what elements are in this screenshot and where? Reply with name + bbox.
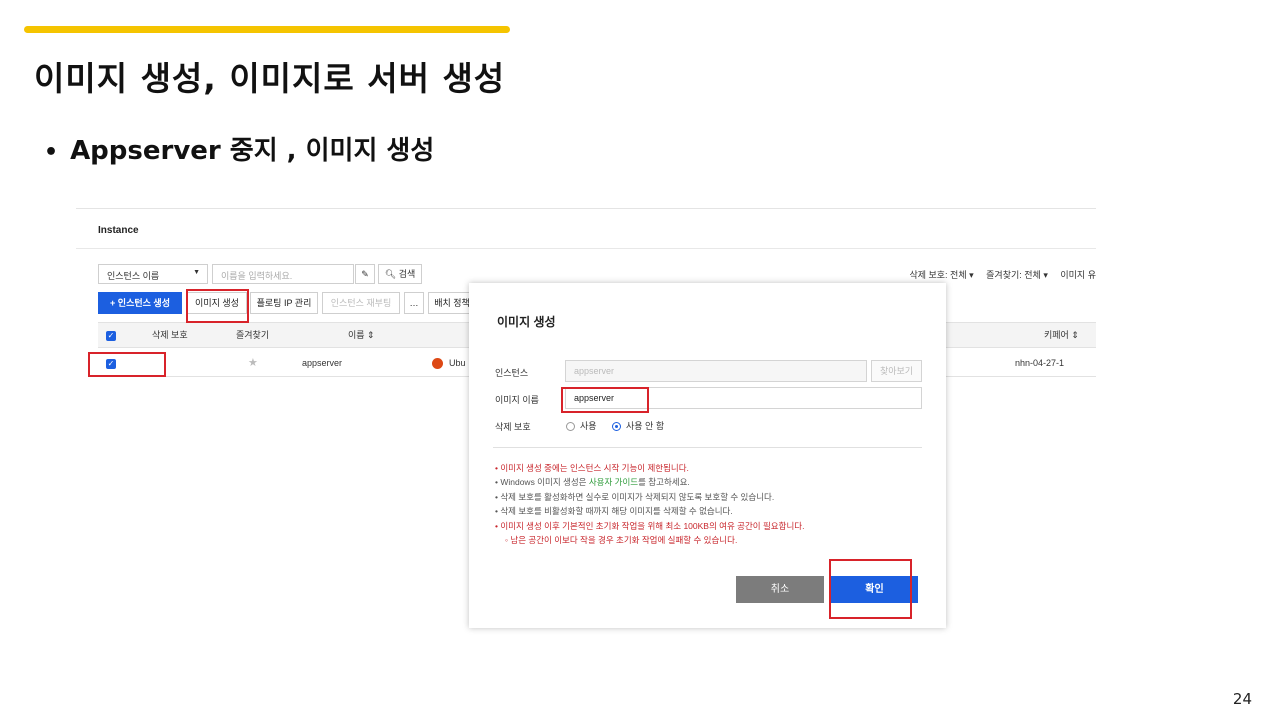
filter-image[interactable]: 이미지 유 [1060,270,1096,280]
radio-off-icon [566,422,575,432]
caret-down-icon: ▼ [193,269,200,276]
notice-list: • 이미지 생성 중에는 인스턴스 시작 기능이 제한됩니다. • Window… [495,461,935,547]
filter-bar: 삭제 보호: 전체 ▾ 즐겨찾기: 전체 ▾ 이미지 유 [899,268,1096,281]
bullet-item: • Appserver 중지 , 이미지 생성 [44,130,434,167]
row-name: appserver [302,358,343,368]
radio-use-label: 사용 [580,421,597,431]
search-icon: 🔍︎ [384,269,397,279]
find-button[interactable]: 찾아보기 [871,360,922,382]
create-instance-button[interactable]: + 인스턴스 생성 [98,292,182,314]
notice-5: • 이미지 생성 이후 기본적인 초기화 작업을 위해 최소 100KB의 여유… [495,520,805,531]
dialog-divider [493,447,922,448]
accent-bar [24,26,510,33]
notice-1: • 이미지 생성 중에는 인스턴스 시작 기능이 제한됩니다. [495,463,689,473]
delete-protect-label: 삭제 보호 [495,422,531,432]
header-checkbox[interactable]: ✓ [106,323,116,347]
create-image-dialog: 이미지 생성 인스턴스 appserver 찾아보기 이미지 이름 appser… [469,283,946,628]
row-keypair: nhn-04-27-1 [1015,358,1065,368]
notice-6: ◦ 남은 공간이 이보다 작을 경우 초기화 작업에 실패할 수 있습니다. [505,535,738,546]
reboot-button[interactable]: 인스턴스 재부팅 [322,292,400,314]
ubuntu-icon [432,358,443,370]
cancel-button[interactable]: 취소 [736,576,824,603]
check-icon: ✓ [106,330,116,341]
column-favorite[interactable]: 즐겨찾기 [236,323,269,347]
column-keypair[interactable]: 키페어 ⇕ [1044,323,1079,347]
radio-not-use[interactable]: 사용 안 함 [612,419,664,432]
instance-label: 인스턴스 [495,368,529,378]
highlight-create-image [186,289,249,323]
notice-4: • 삭제 보호를 비활성화할 때까지 해당 이미지를 삭제할 수 없습니다. [495,506,733,517]
row-os: Ubu [432,349,466,377]
slide-title: 이미지 생성, 이미지로 서버 생성 [34,59,506,98]
notice-2-post: 를 참고하세요. [638,477,690,488]
top-divider [76,208,1096,209]
section-divider [76,248,1096,249]
notice-3: • 삭제 보호를 활성화하면 실수로 이미지가 삭제되지 않도록 보호할 수 있… [495,491,775,502]
column-delete-protect[interactable]: 삭제 보호 [152,323,188,347]
highlight-row-checkbox [88,352,166,377]
radio-not-use-label: 사용 안 함 [626,421,665,431]
pencil-icon[interactable]: ✎ [355,264,375,284]
search-button[interactable]: 🔍︎ 검색 [378,264,422,284]
dialog-title: 이미지 생성 [497,315,556,329]
filter-delete-protect[interactable]: 삭제 보호: 전체 ▾ [909,270,973,280]
floating-ip-button[interactable]: 플로팅 IP 관리 [250,292,318,314]
search-button-label: 검색 [398,269,416,279]
page-number: 24 [1232,690,1252,708]
notice-2: • Windows 이미지 생성은 사용자 가이드를 참고하세요. [495,475,935,489]
section-label: Instance [98,225,139,236]
star-icon[interactable]: ★ [248,349,258,377]
instance-field: appserver [565,360,867,382]
filter-favorite[interactable]: 즐겨찾기: 전체 ▾ [986,270,1048,280]
bullet-dot: • [44,140,59,165]
notice-2-pre: • Windows 이미지 생성은 [495,477,589,488]
more-button[interactable]: … [404,292,424,314]
image-name-label: 이미지 이름 [495,395,539,405]
search-type-value: 인스턴스 이름 [107,271,160,281]
radio-on-icon [612,422,621,432]
highlight-confirm [829,559,912,619]
search-type-select[interactable]: 인스턴스 이름 ▼ [98,264,208,284]
search-input[interactable]: 이름을 입력하세요. [212,264,354,284]
radio-use[interactable]: 사용 [566,419,597,432]
bullet-text: Appserver 중지 , 이미지 생성 [70,136,435,166]
row-os-label: Ubu [449,358,466,368]
column-name[interactable]: 이름 ⇕ [348,323,375,347]
user-guide-link[interactable]: 사용자 가이드 [589,477,638,487]
highlight-image-name [561,387,649,413]
